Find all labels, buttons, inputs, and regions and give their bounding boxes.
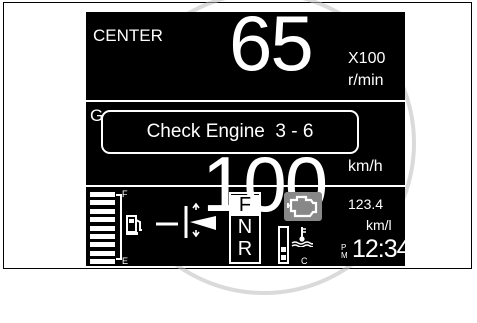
clock-ampm: P M xyxy=(341,244,348,260)
clock-time: 12:34 xyxy=(352,235,405,263)
fuel-scale xyxy=(116,194,122,260)
fuel-full-label: F xyxy=(122,189,128,199)
fuel-pump-icon xyxy=(126,215,142,235)
clock-ampm-bottom: M xyxy=(341,251,348,260)
rpm-multiplier: X100 xyxy=(348,50,386,67)
speed-unit: km/h xyxy=(348,158,383,175)
temp-cold-label: C xyxy=(301,256,308,266)
gear-forward: F xyxy=(231,195,259,216)
transfer-indicator-icon xyxy=(156,202,216,238)
instrument-display: CENTER 65 X100 r/min G 100 km/h Check En… xyxy=(86,12,405,266)
engine-warning-icon xyxy=(284,192,322,221)
mode-label: CENTER xyxy=(93,26,163,45)
gear-indicator: F N R xyxy=(229,192,261,264)
rpm-unit: r/min xyxy=(348,72,384,89)
lower-divider xyxy=(86,185,405,187)
fuel-level-bars xyxy=(90,192,115,264)
upper-divider xyxy=(86,100,405,102)
fuel-economy-unit: km/l xyxy=(366,217,392,233)
rpm-value: 65 xyxy=(229,12,314,87)
fuel-empty-label: E xyxy=(122,256,129,266)
coolant-temp-gauge xyxy=(278,226,289,264)
coolant-temperature-icon xyxy=(291,227,313,247)
check-engine-alert: Check Engine 3 - 6 xyxy=(101,110,359,154)
gear-neutral: N xyxy=(237,216,253,238)
alert-text: Check Engine 3 - 6 xyxy=(146,121,314,142)
fuel-economy-value: 123.4 xyxy=(348,196,384,212)
gear-reverse: R xyxy=(237,238,253,260)
